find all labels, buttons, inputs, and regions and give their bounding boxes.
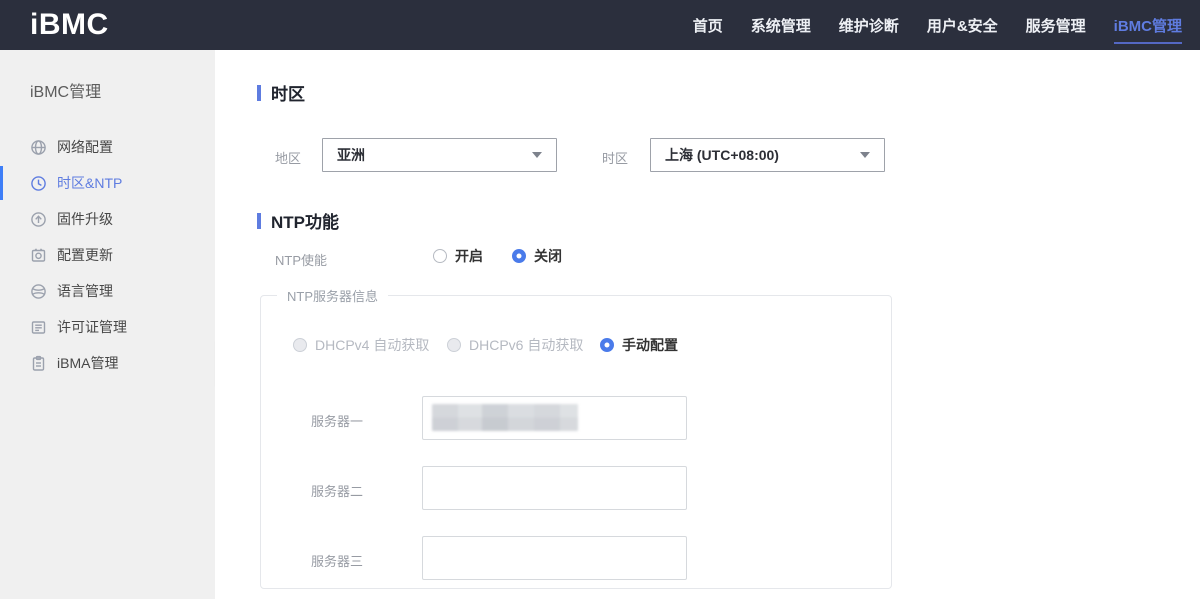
radio-circle	[512, 249, 526, 263]
ntp-server-info-group: NTP服务器信息 DHCPv4 自动获取 DHCPv6 自动获取 手动配置 服务…	[260, 286, 892, 589]
section-title-bar	[257, 213, 261, 229]
config-update-icon	[30, 247, 47, 264]
sidebar-item-label: 语言管理	[57, 281, 113, 301]
radio-circle	[293, 338, 307, 352]
nav-item-service-management[interactable]: 服务管理	[1026, 0, 1086, 50]
chevron-down-icon	[860, 152, 870, 158]
server-one-label: 服务器一	[311, 411, 363, 430]
radio-circle	[600, 338, 614, 352]
sidebar-item-label: 许可证管理	[57, 317, 127, 337]
redacted-server-one-value	[432, 404, 578, 431]
main-content: 时区 地区 亚洲 时区 上海 (UTC+08:00) NTP功能 NTP使能 开…	[215, 50, 1200, 599]
ibma-icon	[30, 355, 47, 372]
timezone-label: 时区	[602, 148, 628, 167]
firmware-upgrade-icon	[30, 211, 47, 228]
ibmc-app-window: iBMC 首页 系统管理 维护诊断 用户&安全 服务管理 iBMC管理 iBMC…	[0, 0, 1200, 599]
ntp-server-info-legend: NTP服务器信息	[277, 286, 388, 305]
sidebar-item-timezone-ntp[interactable]: 时区&NTP	[0, 165, 215, 201]
sidebar-title: iBMC管理	[30, 78, 215, 102]
sidebar-item-label: 时区&NTP	[57, 173, 122, 193]
nav-item-home[interactable]: 首页	[693, 0, 723, 50]
sidebar-item-config-update[interactable]: 配置更新	[0, 237, 215, 273]
nav-item-system-management[interactable]: 系统管理	[751, 0, 811, 50]
network-icon	[30, 139, 47, 156]
region-label: 地区	[275, 148, 301, 167]
sidebar-item-license-management[interactable]: 许可证管理	[0, 309, 215, 345]
sidebar-item-label: 配置更新	[57, 245, 113, 265]
sidebar-item-ibma-management[interactable]: iBMA管理	[0, 345, 215, 381]
nav-item-user-security[interactable]: 用户&安全	[927, 0, 998, 50]
timezone-select[interactable]: 上海 (UTC+08:00)	[650, 138, 885, 172]
sidebar-item-language-management[interactable]: 语言管理	[0, 273, 215, 309]
sidebar-item-label: 网络配置	[57, 137, 113, 157]
timezone-section-title: 时区	[257, 80, 305, 105]
radio-circle	[433, 249, 447, 263]
sidebar-item-firmware-upgrade[interactable]: 固件升级	[0, 201, 215, 237]
chevron-down-icon	[532, 152, 542, 158]
timezone-select-value: 上海 (UTC+08:00)	[665, 145, 779, 165]
dhcpv6-auto-radio: DHCPv6 自动获取	[447, 335, 583, 355]
ntp-enable-on-radio[interactable]: 开启	[433, 246, 483, 266]
radio-circle	[447, 338, 461, 352]
server-three-input[interactable]	[422, 536, 687, 580]
ntp-section-title: NTP功能	[257, 208, 339, 233]
nav-item-ibmc-management[interactable]: iBMC管理	[1114, 0, 1182, 50]
ntp-enable-label: NTP使能	[275, 250, 327, 269]
license-icon	[30, 319, 47, 336]
nav-item-maintenance-diagnosis[interactable]: 维护诊断	[839, 0, 899, 50]
top-navbar: iBMC 首页 系统管理 维护诊断 用户&安全 服务管理 iBMC管理	[0, 0, 1200, 50]
ibmc-logo: iBMC	[30, 8, 109, 42]
section-title-bar	[257, 85, 261, 101]
server-three-label: 服务器三	[311, 551, 363, 570]
manual-config-radio[interactable]: 手动配置	[600, 335, 678, 355]
sidebar-item-network-config[interactable]: 网络配置	[0, 129, 215, 165]
clock-icon	[30, 175, 47, 192]
dhcpv4-auto-radio: DHCPv4 自动获取	[293, 335, 429, 355]
ntp-enable-off-radio[interactable]: 关闭	[512, 246, 562, 266]
server-two-input[interactable]	[422, 466, 687, 510]
server-two-label: 服务器二	[311, 481, 363, 500]
language-icon	[30, 283, 47, 300]
sidebar-menu: 网络配置 时区&NTP 固件升级 配置更新	[0, 129, 215, 381]
sidebar-item-label: iBMA管理	[57, 353, 118, 373]
region-select-value: 亚洲	[337, 145, 365, 165]
region-select[interactable]: 亚洲	[322, 138, 557, 172]
sidebar-item-label: 固件升级	[57, 209, 113, 229]
sidebar: iBMC管理 网络配置 时区&NTP 固件升级	[0, 50, 215, 599]
top-nav-menu: 首页 系统管理 维护诊断 用户&安全 服务管理 iBMC管理	[693, 0, 1182, 50]
